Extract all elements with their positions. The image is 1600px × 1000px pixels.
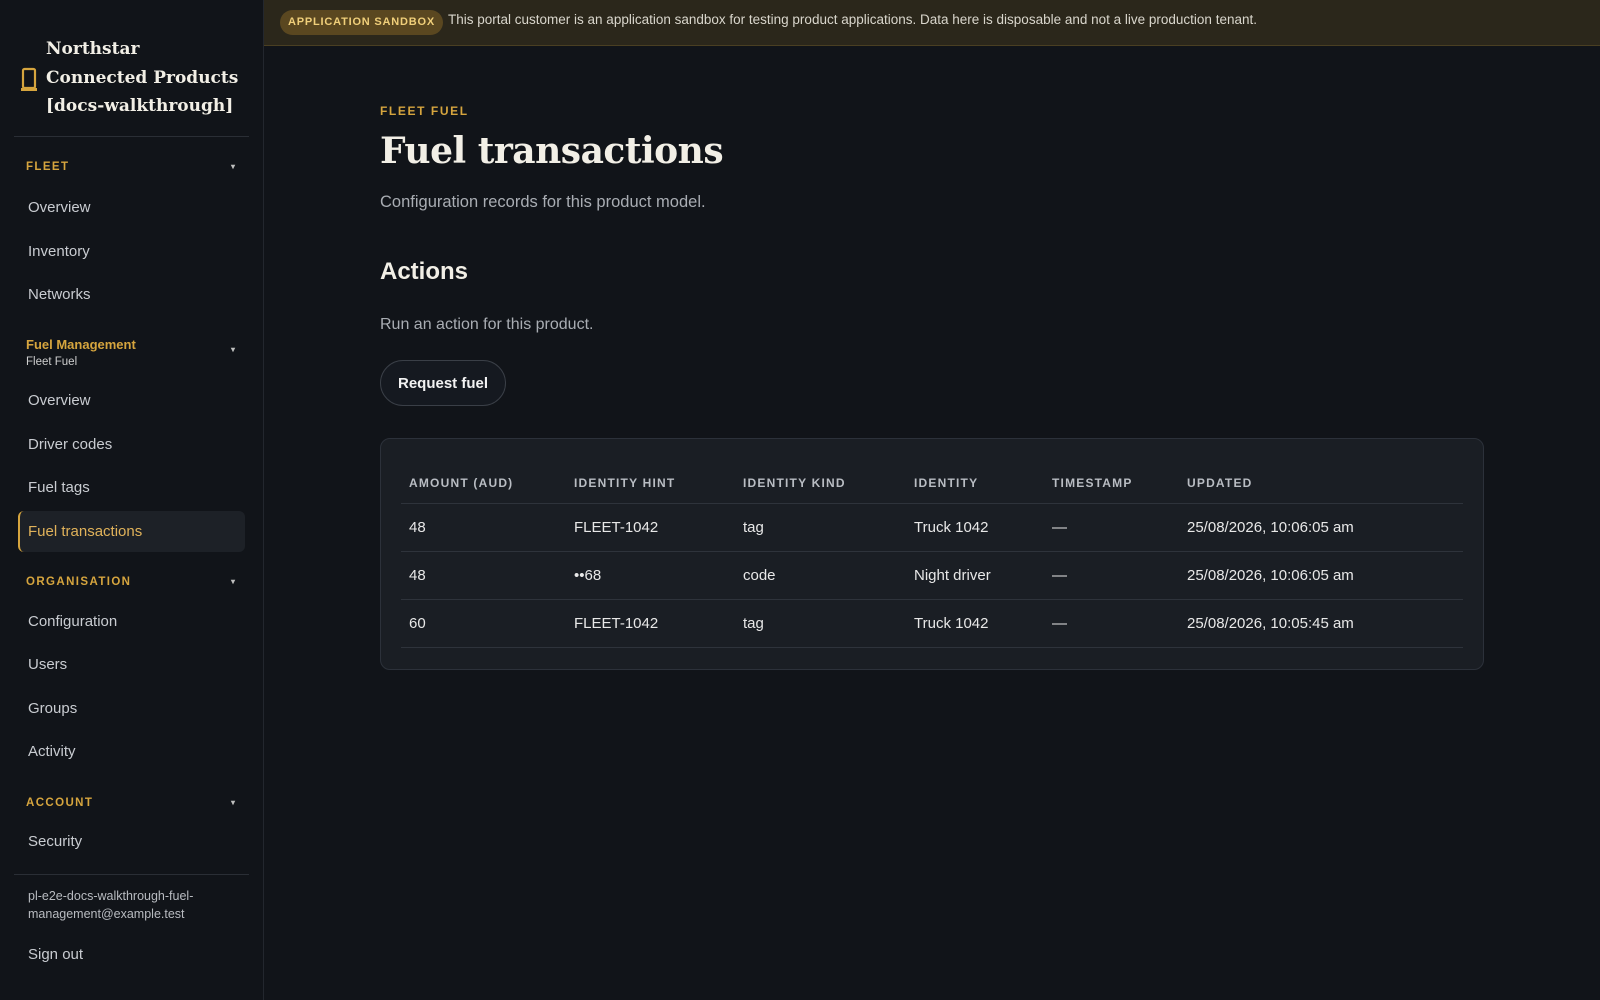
table-cell-timestamp: — (1044, 599, 1179, 648)
section-organisation-label: ORGANISATION (26, 576, 132, 588)
table-row[interactable]: 48 ••68 code Night driver — 25/08/2026, … (401, 551, 1463, 600)
table-cell-identity-kind: tag (735, 503, 906, 552)
transactions-table-card: AMOUNT (AUD) IDENTITY HINT IDENTITY KIND… (380, 438, 1484, 670)
sidebar-item-users[interactable]: Users (18, 644, 245, 685)
page-subtitle: Configuration records for this product m… (380, 193, 706, 211)
table-header-row: AMOUNT (AUD) IDENTITY HINT IDENTITY KIND… (401, 463, 1463, 504)
sandbox-banner: APPLICATION SANDBOX This portal customer… (264, 0, 1600, 46)
section-fuel-sublabel: Fleet Fuel (26, 356, 78, 368)
sidebar-item-fuel-overview[interactable]: Overview (18, 380, 245, 421)
section-fleet[interactable]: FLEET ▾ (26, 161, 241, 181)
section-account[interactable]: ACCOUNT ▾ (26, 797, 241, 817)
table-row[interactable]: 48 FLEET-1042 tag Truck 1042 — 25/08/202… (401, 503, 1463, 552)
sandbox-badge: APPLICATION SANDBOX (280, 10, 444, 35)
page-title: Fuel transactions (380, 130, 724, 172)
column-header[interactable]: AMOUNT (AUD) (401, 463, 566, 504)
table-row[interactable]: 60 FLEET-1042 tag Truck 1042 — 25/08/202… (401, 599, 1463, 648)
table-cell-identity: Truck 1042 (906, 599, 1044, 648)
sidebar-item-configuration[interactable]: Configuration (18, 601, 245, 642)
chevron-down-icon: ▾ (230, 345, 235, 354)
sandbox-notice: This portal customer is an application s… (448, 12, 1257, 27)
table-cell-updated: 25/08/2026, 10:06:05 am (1179, 551, 1463, 600)
table-cell-identity: Night driver (906, 551, 1044, 600)
sidebar-item-inventory[interactable]: Inventory (18, 231, 245, 272)
sidebar-item-networks[interactable]: Networks (18, 274, 245, 315)
table-cell-amount: 60 (401, 599, 566, 648)
table-cell-amount: 48 (401, 503, 566, 552)
column-header[interactable]: UPDATED (1179, 463, 1463, 504)
user-email: pl-e2e-docs-walkthrough-fuel-management@… (28, 889, 194, 921)
request-fuel-button[interactable]: Request fuel (380, 360, 506, 406)
transactions-table: AMOUNT (AUD) IDENTITY HINT IDENTITY KIND… (401, 463, 1463, 648)
section-fleet-label: FLEET (26, 161, 70, 173)
chevron-down-icon: ▾ (230, 798, 235, 807)
page-eyebrow: FLEET FUEL (380, 104, 469, 118)
app-name: Northstar Connected Products [docs-walkt… (46, 39, 239, 116)
sidebar-item-groups[interactable]: Groups (18, 688, 245, 729)
column-header[interactable]: IDENTITY KIND (735, 463, 906, 504)
table-cell-identity-kind: code (735, 551, 906, 600)
chevron-down-icon: ▾ (230, 162, 235, 171)
sidebar-divider (14, 874, 249, 875)
table-cell-updated: 25/08/2026, 10:06:05 am (1179, 503, 1463, 552)
column-header[interactable]: TIMESTAMP (1044, 463, 1179, 504)
section-account-label: ACCOUNT (26, 797, 94, 809)
sidebar-item-fleet-overview[interactable]: Overview (18, 187, 245, 228)
actions-description: Run an action for this product. (380, 316, 594, 333)
table-cell-timestamp: — (1044, 503, 1179, 552)
sidebar-item-fuel-transactions[interactable]: Fuel transactions (18, 511, 245, 552)
chevron-down-icon: ▾ (230, 577, 235, 586)
actions-heading: Actions (380, 258, 469, 285)
fuel-pump-icon (21, 67, 37, 91)
sidebar-item-fuel-tags[interactable]: Fuel tags (18, 467, 245, 508)
table-cell-identity: Truck 1042 (906, 503, 1044, 552)
section-organisation[interactable]: ORGANISATION ▾ (26, 576, 241, 596)
table-cell-identity-hint: FLEET-1042 (566, 599, 735, 648)
table-cell-updated: 25/08/2026, 10:05:45 am (1179, 599, 1463, 648)
table-cell-amount: 48 (401, 551, 566, 600)
brand[interactable]: Northstar Connected Products [docs-walkt… (14, 0, 249, 137)
section-fuel-label: Fuel Management (26, 337, 136, 352)
table-cell-identity-kind: tag (735, 599, 906, 648)
table-cell-identity-hint: ••68 (566, 551, 735, 600)
column-header[interactable]: IDENTITY HINT (566, 463, 735, 504)
column-header[interactable]: IDENTITY (906, 463, 1044, 504)
sidebar-item-activity[interactable]: Activity (18, 731, 245, 772)
sidebar-item-driver-codes[interactable]: Driver codes (18, 424, 245, 465)
table-cell-timestamp: — (1044, 551, 1179, 600)
sign-out-link[interactable]: Sign out (18, 934, 245, 975)
sidebar: Northstar Connected Products [docs-walkt… (0, 0, 264, 1000)
section-fuel-management[interactable]: Fuel Management Fleet Fuel ▾ (26, 337, 241, 368)
sidebar-item-security[interactable]: Security (18, 821, 245, 862)
table-cell-identity-hint: FLEET-1042 (566, 503, 735, 552)
